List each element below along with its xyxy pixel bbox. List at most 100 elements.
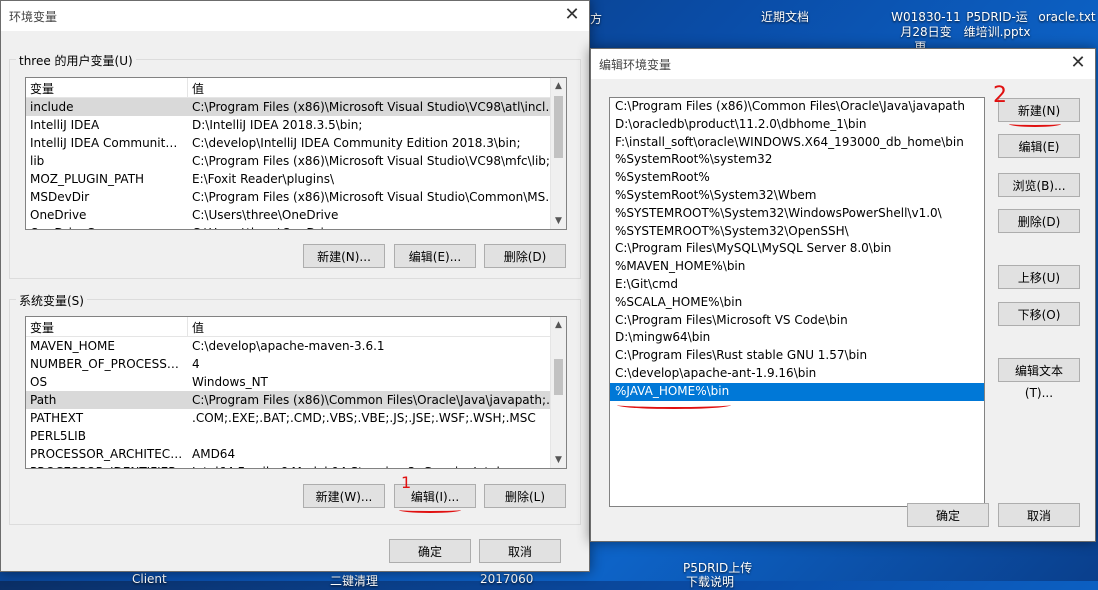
list-item[interactable]: %SYSTEMROOT%\System32\OpenSSH\ (610, 223, 984, 241)
path-move-down-button[interactable]: 下移(O) (998, 302, 1080, 326)
table-row[interactable]: MOZ_PLUGIN_PATH E:\Foxit Reader\plugins\ (26, 170, 566, 188)
table-row[interactable]: PROCESSOR_ARCHITECTURE AMD64 (26, 445, 566, 463)
variable-value: C:\Program Files (x86)\Common Files\Orac… (192, 393, 566, 407)
table-row[interactable]: PROCESSOR_IDENTIFIERIntel64 Family 6 Mod… (26, 463, 566, 468)
list-item[interactable]: C:\Program Files\MySQL\MySQL Server 8.0\… (610, 240, 984, 258)
list-item[interactable]: %SystemRoot%\system32 (610, 151, 984, 169)
list-item[interactable]: F:\install_soft\oracle\WINDOWS.X64_19300… (610, 134, 984, 152)
variable-name: OneDrive (30, 208, 87, 222)
close-icon[interactable]: ✕ (561, 5, 583, 27)
desktop-icon-label: 近期文档 (760, 10, 809, 24)
table-row[interactable]: MAVEN_HOME C:\develop\apache-maven-3.6.1 (26, 337, 566, 355)
list-item[interactable]: C:\Program Files\Microsoft VS Code\bin (610, 312, 984, 330)
table-row[interactable]: MSDevDir C:\Program Files (x86)\Microsoft… (26, 188, 566, 206)
annotation-number-1: 1 (401, 473, 412, 492)
table-row[interactable]: PERL5LIB (26, 427, 566, 445)
table-row[interactable]: IntelliJ IDEA Community Ed... C:\develop\… (26, 134, 566, 152)
list-item[interactable]: C:\Program Files\Rust stable GNU 1.57\bi… (610, 347, 984, 365)
variable-name: PROCESSOR_IDENTIFIER (26, 463, 188, 468)
table-row[interactable]: lib C:\Program Files (x86)\Microsoft Visu… (26, 152, 566, 170)
system-variables-list[interactable]: 变量 值 MAVEN_HOME C:\develop\apache-maven-3… (25, 316, 567, 469)
list-item[interactable]: %SystemRoot% (610, 169, 984, 187)
user-delete-button[interactable]: 删除(D) (484, 244, 566, 268)
variable-name: OS (30, 375, 48, 389)
table-row[interactable]: NUMBER_OF_PROCESSORS 4 (26, 355, 566, 373)
annotation-underline (399, 507, 461, 513)
path-edit-button[interactable]: 编辑(E) (998, 134, 1080, 158)
edit-window-title: 编辑环境变量 (599, 58, 672, 72)
scroll-thumb[interactable] (554, 359, 563, 395)
variable-value: AMD64 (192, 447, 236, 461)
desktop-icon-oracle-txt[interactable]: oracle.txt (1036, 10, 1098, 25)
table-row[interactable]: OneDrive C:\Users\three\OneDrive (26, 206, 566, 224)
annotation-number-2: 2 (993, 83, 1007, 108)
edit-window-titlebar: 编辑环境变量 ✕ (591, 49, 1095, 79)
table-row[interactable]: Path C:\Program Files (x86)\Common Files\… (26, 391, 566, 409)
list-item[interactable]: %MAVEN_HOME%\bin (610, 258, 984, 276)
list-item[interactable]: %SystemRoot%\System32\Wbem (610, 187, 984, 205)
variable-value: 4 (192, 357, 200, 371)
list-item[interactable]: E:\Git\cmd (610, 276, 984, 294)
list-item[interactable]: %JAVA_HOME%\bin (610, 382, 984, 401)
variable-name: PERL5LIB (30, 429, 86, 443)
list-item[interactable]: D:\mingw64\bin (610, 329, 984, 347)
variable-name: MSDevDir (30, 190, 90, 204)
system-new-button[interactable]: 新建(W)... (303, 484, 385, 508)
close-icon[interactable]: ✕ (1067, 53, 1089, 75)
user-variables-list[interactable]: 变量 值 include C:\Program Files (x86)\Micro… (25, 77, 567, 230)
user-edit-button[interactable]: 编辑(E)... (394, 244, 476, 268)
column-header-value[interactable]: 值 (188, 317, 566, 336)
list-item[interactable]: %SYSTEMROOT%\System32\WindowsPowerShell\… (610, 205, 984, 223)
variable-value (188, 427, 566, 445)
variable-name: MAVEN_HOME (30, 339, 115, 353)
annotation-underline (617, 401, 731, 409)
desktop-icon-label: oracle.txt (1038, 10, 1096, 24)
list-item[interactable]: C:\develop\apache-ant-1.9.16\bin (610, 365, 984, 383)
table-row[interactable]: OneDriveConsumerC:\Users\three\OneDrive (26, 224, 566, 229)
variable-value: C:\develop\IntelliJ IDEA Community Editi… (192, 136, 521, 150)
variable-value: C:\Program Files (x86)\Microsoft Visual … (192, 190, 566, 204)
system-list-scrollbar[interactable]: ▲ ▼ (550, 317, 566, 468)
cancel-button[interactable]: 取消 (479, 539, 561, 563)
user-list-scrollbar[interactable]: ▲ ▼ (550, 78, 566, 229)
scroll-up-icon[interactable]: ▲ (551, 78, 566, 94)
user-new-button[interactable]: 新建(N)... (303, 244, 385, 268)
table-row[interactable]: include C:\Program Files (x86)\Microsoft … (26, 98, 566, 116)
desktop-icon-recent-docs[interactable]: 近期文档 (750, 10, 820, 25)
scroll-down-icon[interactable]: ▼ (551, 213, 566, 229)
path-entries-list[interactable]: C:\Program Files (x86)\Common Files\Orac… (609, 97, 985, 507)
path-edit-text-button[interactable]: 编辑文本(T)... (998, 358, 1080, 400)
variable-value: C:\develop\apache-maven-3.6.1 (192, 339, 385, 353)
variable-name: lib (30, 154, 45, 168)
variable-value: C:\Users\three\OneDrive (188, 224, 566, 229)
variable-value: Intel64 Family 6 Model 94 Stepping 3, Ge… (188, 463, 566, 468)
list-item[interactable]: C:\Program Files (x86)\Common Files\Orac… (610, 98, 984, 116)
scroll-thumb[interactable] (554, 96, 563, 158)
column-header-value[interactable]: 值 (188, 78, 566, 97)
table-row[interactable]: PATHEXT .COM;.EXE;.BAT;.CMD;.VBS;.VBE;.JS… (26, 409, 566, 427)
path-move-up-button[interactable]: 上移(U) (998, 265, 1080, 289)
path-browse-button[interactable]: 浏览(B)... (998, 173, 1080, 197)
list-item[interactable]: %SCALA_HOME%\bin (610, 294, 984, 312)
ok-button[interactable]: 确定 (907, 503, 989, 527)
desktop-icon-p5drid-pptx[interactable]: P5DRID-运维培训.pptx (962, 10, 1032, 40)
path-new-button[interactable]: 新建(N) (998, 98, 1080, 122)
column-header-variable[interactable]: 变量 (26, 78, 188, 97)
list-item[interactable]: D:\oracledb\product\11.2.0\dbhome_1\bin (610, 116, 984, 134)
cancel-button[interactable]: 取消 (998, 503, 1080, 527)
column-header-variable[interactable]: 变量 (26, 317, 188, 336)
ok-button[interactable]: 确定 (389, 539, 471, 563)
scroll-up-icon[interactable]: ▲ (551, 317, 566, 333)
system-delete-button[interactable]: 删除(L) (484, 484, 566, 508)
scroll-down-icon[interactable]: ▼ (551, 452, 566, 468)
path-delete-button[interactable]: 删除(D) (998, 209, 1080, 233)
variable-name: PROCESSOR_ARCHITECTURE (30, 447, 188, 461)
variable-name: MOZ_PLUGIN_PATH (30, 172, 145, 186)
table-row[interactable]: IntelliJ IDEA D:\IntelliJ IDEA 2018.3.5\b… (26, 116, 566, 134)
edit-env-variable-window: 编辑环境变量 ✕ C:\Program Files (x86)\Common F… (590, 48, 1096, 542)
env-window-title: 环境变量 (9, 10, 58, 24)
variable-value: D:\IntelliJ IDEA 2018.3.5\bin; (192, 118, 363, 132)
desktop-partial-label: 方 (590, 12, 603, 26)
variable-name: include (30, 100, 74, 114)
table-row[interactable]: OS Windows_NT (26, 373, 566, 391)
